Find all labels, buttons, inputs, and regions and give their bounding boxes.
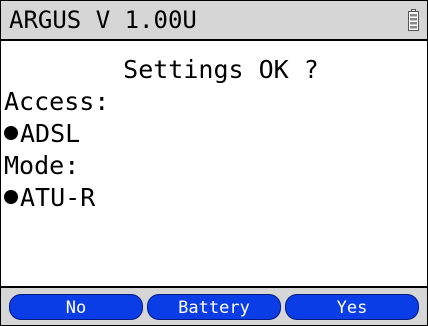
settings-summary: Settings OK ? Access: ADSL Mode: ATU-R: [0, 42, 428, 286]
bullet-icon: [4, 126, 18, 140]
title-bar: ARGUS V 1.00U: [1, 1, 427, 41]
mode-label: Mode:: [4, 151, 80, 180]
mode-value: ATU-R: [20, 183, 96, 212]
access-value: ADSL: [20, 119, 81, 148]
settings-question: Settings OK ?: [123, 55, 319, 84]
mode-item: ATU-R: [4, 182, 95, 214]
no-button[interactable]: No: [9, 294, 143, 320]
device-title: ARGUS V 1.00U: [9, 6, 197, 34]
access-label: Access:: [4, 87, 110, 116]
softkey-bar: No Battery Yes: [1, 286, 427, 325]
access-item: ADSL: [4, 118, 80, 150]
yes-button[interactable]: Yes: [285, 294, 419, 320]
bullet-icon: [4, 190, 18, 204]
device-screen: ARGUS V 1.00U Settings OK ? Access: ADSL…: [0, 0, 428, 326]
battery-icon: [408, 9, 419, 31]
battery-button[interactable]: Battery: [147, 294, 281, 320]
